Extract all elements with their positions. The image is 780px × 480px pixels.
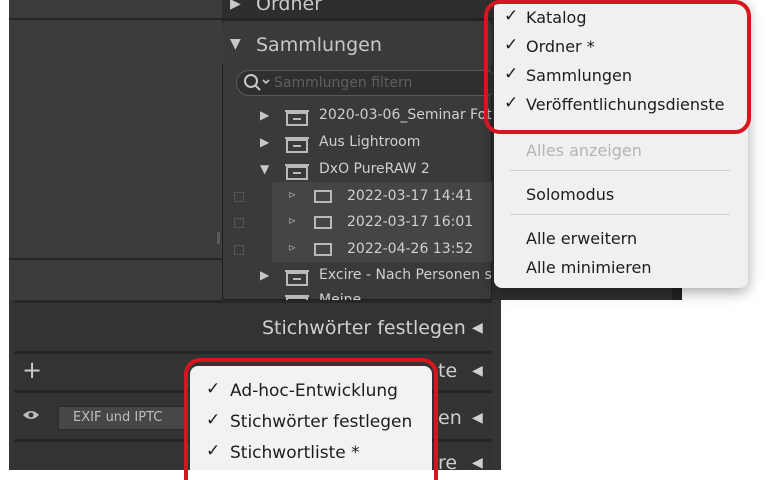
keywording-panel-header[interactable]: Stichwörter festlegen ◀	[14, 303, 492, 351]
menu-item-alle-erweitern[interactable]: Alle erweitern	[526, 229, 637, 248]
tree-item-label: DxO PureRAW 2	[319, 161, 430, 177]
tree-item-label: 2020-03-06_Seminar Fot	[319, 107, 492, 123]
collection-icon	[314, 243, 332, 256]
eye-icon[interactable]	[22, 409, 40, 421]
panel-title: Stichwörter festlegen	[262, 317, 466, 339]
collection-set-icon	[285, 164, 309, 180]
list-item[interactable]: ▶ 2020-03-06_Seminar Fot	[222, 102, 492, 128]
tree-item-label: 2022-04-26 13:52	[347, 241, 474, 257]
tree-item-label: 2022-03-17 16:01	[347, 214, 474, 230]
expand-triangle-icon[interactable]: ▶	[260, 262, 269, 288]
collapse-arrow-icon[interactable]: ◀	[472, 320, 483, 336]
collapse-arrow-icon[interactable]: ◀	[472, 455, 483, 471]
menu-separator	[510, 214, 730, 215]
checkbox[interactable]	[234, 192, 244, 202]
highlight-outline	[184, 358, 438, 480]
collapse-arrow-icon[interactable]: ◀	[472, 363, 483, 379]
resize-handle[interactable]	[217, 232, 220, 244]
smart-arrow-icon: ⊳	[288, 216, 297, 227]
collapse-triangle-icon: ▼	[230, 36, 241, 52]
tree-item-label: Meine Smartsammlungen	[319, 292, 362, 300]
collections-section-title: Sammlungen	[256, 34, 382, 56]
divider	[222, 18, 492, 21]
tree-item-label: 2022-03-17 14:41	[347, 188, 474, 204]
menu-item-alles-anzeigen: Alles anzeigen	[526, 141, 642, 160]
menu-item-solomodus[interactable]: Solomodus	[526, 185, 614, 204]
add-icon[interactable]: +	[22, 356, 42, 384]
list-item[interactable]: ⊳ 2022-04-26 13:52	[222, 236, 492, 262]
list-item[interactable]: ⊳ 2022-03-17 14:41	[222, 183, 492, 209]
expand-triangle-icon[interactable]: ▶	[260, 129, 269, 155]
smart-arrow-icon: ⊳	[288, 190, 297, 201]
expand-triangle-icon: ▶	[230, 0, 241, 12]
search-placeholder: Sammlungen filtern	[274, 75, 413, 91]
collection-icon	[314, 190, 332, 203]
expand-triangle-icon[interactable]: ▶	[260, 102, 269, 128]
menu-item-alle-minimieren[interactable]: Alle minimieren	[526, 258, 651, 277]
collapse-triangle-icon[interactable]: ▼	[260, 156, 269, 182]
menu-separator	[510, 170, 730, 171]
checkbox[interactable]	[234, 218, 244, 228]
highlight-outline	[484, 0, 751, 134]
checkbox[interactable]	[234, 245, 244, 255]
panel-title-tail: en	[438, 407, 462, 429]
collection-set-icon	[285, 270, 309, 286]
search-icon[interactable]	[242, 72, 272, 94]
list-item[interactable]: Meine Smartsammlungen	[222, 287, 492, 300]
collapse-arrow-icon[interactable]: ◀	[472, 410, 483, 426]
metadata-preset-label: EXIF und IPTC	[73, 410, 163, 425]
left-column	[9, 0, 223, 300]
panel-title-tail: te	[438, 360, 458, 382]
panel-title-tail: re	[438, 452, 458, 474]
collection-icon	[314, 216, 332, 229]
collection-set-icon	[285, 110, 309, 126]
list-item[interactable]: ▶ Excire - Nach Personen suc	[222, 262, 508, 288]
collections-section-header[interactable]: ▼ Sammlungen	[222, 25, 492, 65]
divider	[9, 258, 222, 260]
list-item[interactable]: ▶ Aus Lightroom	[222, 129, 492, 155]
folder-section-title: Ordner	[256, 0, 323, 15]
list-item[interactable]: ▼ DxO PureRAW 2	[222, 156, 492, 182]
tree-item-label: Aus Lightroom	[319, 134, 421, 150]
list-item[interactable]: ⊳ 2022-03-17 16:01	[222, 209, 492, 235]
smart-arrow-icon: ⊳	[288, 243, 297, 254]
folder-section-header[interactable]: ▶ Ordner	[222, 0, 492, 18]
divider	[9, 18, 222, 20]
collection-set-icon	[285, 137, 309, 153]
tree-item-label: Excire - Nach Personen suc	[319, 267, 509, 283]
